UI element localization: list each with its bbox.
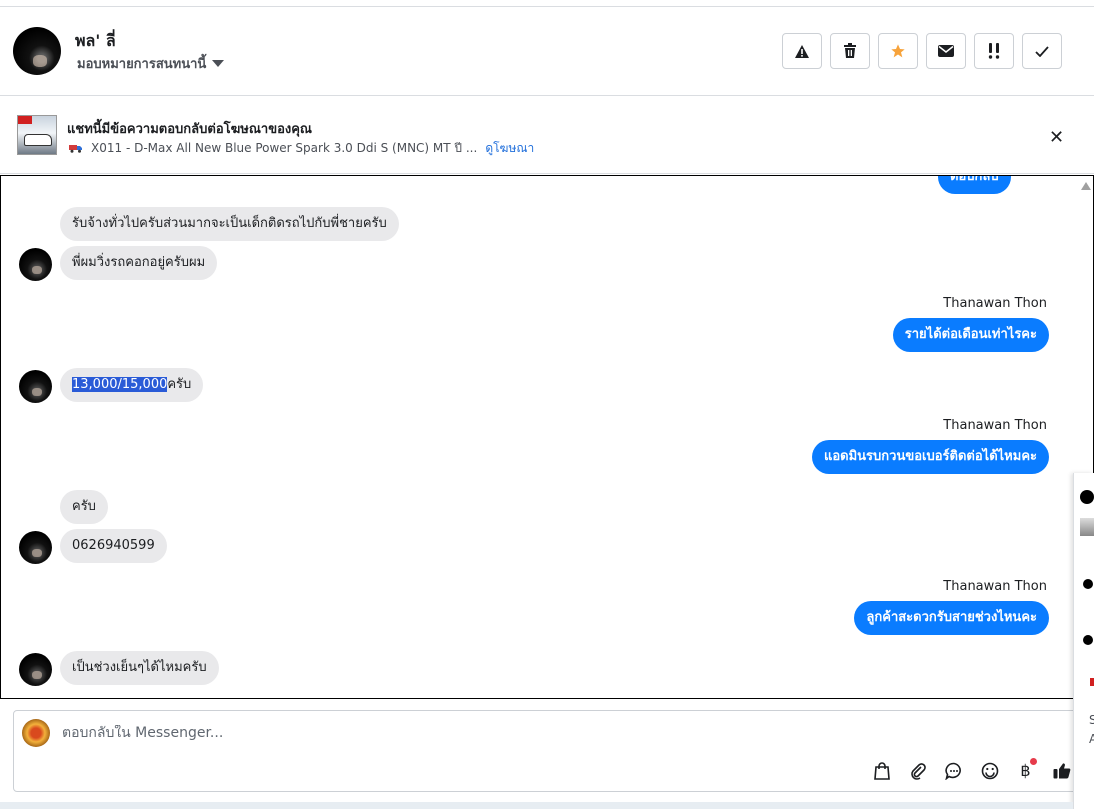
assign-conversation-dropdown[interactable]: มอบหมายการสนทนานี้	[77, 53, 225, 74]
caret-down-icon	[212, 60, 225, 67]
message-incoming: ครับ	[60, 490, 108, 524]
conversation-header: พล' ลี่ มอบหมายการสนทนานี้	[0, 7, 1094, 96]
message-outgoing: แอดมินรบกวนขอเบอร์ติดต่อได้ไหมคะ	[811, 440, 1049, 474]
sender-name: Thanawan Thon	[943, 579, 1047, 594]
composer-tools: ฿	[870, 758, 1073, 782]
message-outgoing: ลูกค้าสะดวกรับสายช่วงไหนคะ	[854, 601, 1049, 635]
close-icon[interactable]: ✕	[1049, 127, 1064, 148]
contact-name[interactable]: พล' ลี่	[75, 29, 116, 54]
shopping-bag-icon[interactable]	[870, 759, 893, 782]
reply-input[interactable]	[62, 725, 762, 741]
ad-description: X011 - D-Max All New Blue Power Spark 3.…	[69, 139, 534, 158]
follow-up-button[interactable]	[974, 33, 1014, 69]
panel-radio[interactable]	[1083, 635, 1093, 645]
delete-button[interactable]	[830, 33, 870, 69]
message-text-rest: ครับ	[167, 377, 192, 392]
baht-payment-icon[interactable]: ฿	[1014, 758, 1037, 782]
selected-text: 13,000/15,000	[72, 377, 168, 392]
top-divider	[0, 0, 1094, 7]
sender-name: Thanawan Thon	[943, 296, 1047, 311]
star-button[interactable]	[878, 33, 918, 69]
contact-avatar-small	[19, 531, 52, 564]
message-thread[interactable]: ตอบกลับ รับจ้างทั่วไปครับส่วนมากจะเป็นเด…	[0, 175, 1094, 699]
mark-done-button[interactable]	[1022, 33, 1062, 69]
check-icon	[1035, 45, 1049, 57]
ad-thumbnail[interactable]	[17, 115, 57, 155]
scroll-up-arrow[interactable]	[1081, 182, 1091, 190]
ad-banner-title: แชทนี้มีข้อความตอบกลับต่อโฆษณาของคุณ	[67, 122, 312, 137]
mail-icon	[938, 45, 954, 57]
ad-text: X011 - D-Max All New Blue Power Spark 3.…	[91, 141, 478, 155]
message-outgoing: รายได้ต่อเดือนเท่าไรคะ	[892, 318, 1049, 352]
panel-radio[interactable]	[1083, 579, 1093, 589]
truck-icon	[69, 142, 83, 156]
message-outgoing-partial: ตอบกลับ	[938, 176, 1011, 194]
notification-dot	[1030, 758, 1037, 765]
mark-unread-button[interactable]	[926, 33, 966, 69]
page-avatar	[22, 719, 50, 747]
panel-thumbnail	[1080, 518, 1094, 536]
report-spam-button[interactable]	[782, 33, 822, 69]
saved-reply-icon[interactable]	[942, 759, 965, 782]
baht-glyph: ฿	[1020, 761, 1031, 780]
message-incoming: 13,000/15,000ครับ	[60, 368, 204, 402]
message-incoming: พี่ผมวิ่งรถคอกอยู่ครับผม	[60, 246, 218, 280]
trash-icon	[844, 43, 856, 58]
sender-name: Thanawan Thon	[943, 418, 1047, 433]
message-incoming-phone: 0626940599	[60, 529, 167, 563]
message-incoming: เป็นช่วงเย็นๆได้ไหมครับ	[60, 651, 219, 685]
bottom-band	[0, 802, 1073, 809]
panel-avatar[interactable]	[1080, 490, 1094, 504]
emoji-icon[interactable]	[978, 759, 1001, 782]
star-icon	[891, 44, 905, 58]
assign-label: มอบหมายการสนทนานี้	[77, 57, 207, 72]
warning-icon	[795, 44, 809, 58]
thumbs-up-icon[interactable]	[1050, 759, 1073, 782]
message-incoming: รับจ้างทั่วไปครับส่วนมากจะเป็นเด็กติดรถไ…	[60, 207, 399, 241]
ad-reply-banner: แชทนี้มีข้อความตอบกลับต่อโฆษณาของคุณ X01…	[0, 96, 1094, 174]
panel-marker	[1090, 678, 1094, 686]
contact-avatar-small	[19, 248, 52, 281]
view-ad-link[interactable]: ดูโฆษณา	[485, 139, 534, 158]
reply-composer: ฿	[13, 710, 1083, 792]
side-panel-overflow: S A	[1073, 473, 1094, 809]
conversation-toolbar	[782, 33, 1062, 69]
urgent-icon	[988, 43, 1000, 59]
contact-avatar[interactable]	[13, 27, 61, 75]
contact-avatar-small	[19, 653, 52, 686]
panel-text: A	[1089, 732, 1094, 746]
paperclip-icon[interactable]	[906, 759, 929, 782]
contact-avatar-small	[19, 370, 52, 403]
panel-text: S	[1089, 713, 1094, 727]
